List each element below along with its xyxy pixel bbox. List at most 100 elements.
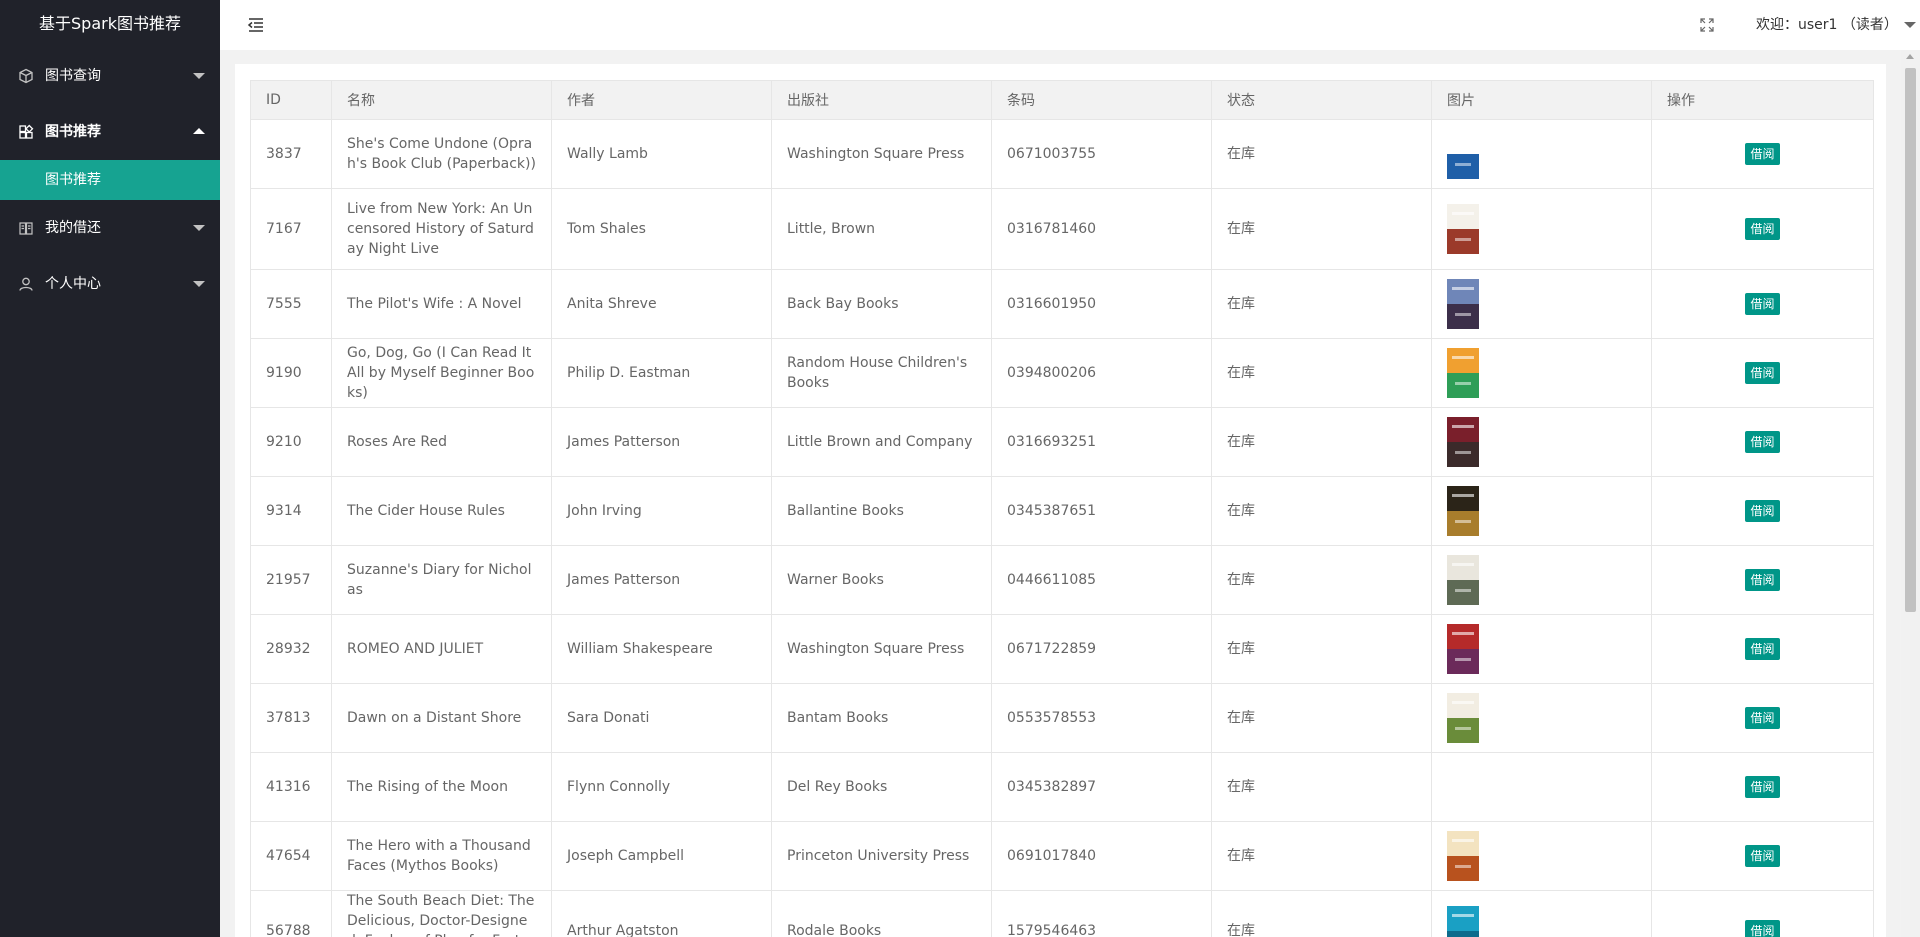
cell-action: 借阅 <box>1651 821 1874 891</box>
scrollbar-thumb[interactable] <box>1905 68 1916 612</box>
book-cover-image <box>1447 624 1479 674</box>
chevron-down-icon[interactable] <box>1904 22 1916 28</box>
cell-publisher: Back Bay Books <box>771 269 992 339</box>
book-cover-image <box>1447 348 1479 398</box>
cell-status: 在库 <box>1211 407 1432 477</box>
borrow-button[interactable]: 借阅 <box>1745 362 1780 384</box>
cell-id: 9190 <box>250 338 332 408</box>
cell-book-name: Suzanne's Diary for Nicholas <box>331 545 552 615</box>
user-welcome[interactable]: 欢迎：user1 （读者） <box>1756 0 1898 50</box>
cell-publisher: Little, Brown <box>771 188 992 270</box>
chevron-up-icon <box>193 128 205 134</box>
cell-book-name: Roses Are Red <box>331 407 552 477</box>
cell-barcode: 0316693251 <box>991 407 1212 477</box>
borrow-button[interactable]: 借阅 <box>1745 431 1780 453</box>
column-header: 名称 <box>331 80 552 120</box>
cell-id: 9210 <box>250 407 332 477</box>
column-header: 条码 <box>991 80 1212 120</box>
cell-author: Anita Shreve <box>551 269 772 339</box>
borrow-button[interactable]: 借阅 <box>1745 293 1780 315</box>
borrow-button[interactable]: 借阅 <box>1745 920 1780 937</box>
cell-book-name: Go, Dog, Go (I Can Read It All by Myself… <box>331 338 552 408</box>
cell-status: 在库 <box>1211 890 1432 937</box>
cell-action: 借阅 <box>1651 545 1874 615</box>
sidebar-item-book-search[interactable]: 图书查询 <box>0 48 220 104</box>
cell-book-name: She's Come Undone (Oprah's Book Club (Pa… <box>331 119 552 189</box>
cell-barcode: 0316601950 <box>991 269 1212 339</box>
cell-status: 在库 <box>1211 821 1432 891</box>
cell-author: John Irving <box>551 476 772 546</box>
cell-author: Sara Donati <box>551 683 772 753</box>
table-header-row: ID 名称 作者 出版社 条码 状态 图片 操作 <box>250 80 1874 120</box>
cell-id: 28932 <box>250 614 332 684</box>
table-row: 56788 The South Beach Diet: The Delicious… <box>250 890 1874 937</box>
cell-author: Arthur Agatston <box>551 890 772 937</box>
sidebar-subitem-book-recommend[interactable]: 图书推荐 <box>0 160 220 200</box>
cell-barcode: 0316781460 <box>991 188 1212 270</box>
cell-publisher: Del Rey Books <box>771 752 992 822</box>
book-cover-image <box>1447 129 1479 179</box>
book-cover-image <box>1447 831 1479 881</box>
cell-id: 9314 <box>250 476 332 546</box>
cell-action: 借阅 <box>1651 269 1874 339</box>
cell-publisher: Rodale Books <box>771 890 992 937</box>
cell-barcode: 0345387651 <box>991 476 1212 546</box>
cell-cover <box>1431 338 1652 408</box>
cell-barcode: 0446611085 <box>991 545 1212 615</box>
book-cover-image <box>1447 279 1479 329</box>
cell-cover <box>1431 407 1652 477</box>
cell-status: 在库 <box>1211 269 1432 339</box>
sidebar-item-book-recommend[interactable]: 图书推荐 <box>0 104 220 160</box>
user-icon <box>19 277 33 291</box>
borrow-button[interactable]: 借阅 <box>1745 776 1780 798</box>
cell-barcode: 0394800206 <box>991 338 1212 408</box>
cell-status: 在库 <box>1211 614 1432 684</box>
cell-cover <box>1431 752 1652 822</box>
borrow-button[interactable]: 借阅 <box>1745 638 1780 660</box>
cell-barcode: 0691017840 <box>991 821 1212 891</box>
cell-id: 21957 <box>250 545 332 615</box>
fullscreen-icon[interactable] <box>1700 18 1714 32</box>
cell-cover <box>1431 119 1652 189</box>
table-row: 9190 Go, Dog, Go (I Can Read It All by My… <box>250 338 1874 408</box>
cell-id: 7555 <box>250 269 332 339</box>
cell-author: Wally Lamb <box>551 119 772 189</box>
sidebar-item-my-borrow[interactable]: 我的借还 <box>0 200 220 256</box>
cell-status: 在库 <box>1211 119 1432 189</box>
cell-author: William Shakespeare <box>551 614 772 684</box>
cell-cover <box>1431 476 1652 546</box>
table-body: 3837 She's Come Undone (Oprah's Book Club… <box>250 119 1874 937</box>
cell-author: Philip D. Eastman <box>551 338 772 408</box>
chevron-down-icon <box>193 73 205 79</box>
cell-action: 借阅 <box>1651 119 1874 189</box>
cell-action: 借阅 <box>1651 890 1874 937</box>
table-row: 28932 ROMEO AND JULIET William Shakespeare… <box>250 614 1874 684</box>
cell-barcode: 0553578553 <box>991 683 1212 753</box>
scrollbar[interactable] <box>1901 50 1920 937</box>
apps-icon <box>19 124 34 139</box>
borrow-button[interactable]: 借阅 <box>1745 500 1780 522</box>
submenu: 图书推荐 <box>0 160 220 200</box>
cell-barcode: 0671003755 <box>991 119 1212 189</box>
borrow-button[interactable]: 借阅 <box>1745 143 1780 165</box>
borrow-button[interactable]: 借阅 <box>1745 845 1780 867</box>
menu-shrink-icon[interactable] <box>247 17 265 33</box>
sidebar-item-personal-center[interactable]: 个人中心 <box>0 256 220 312</box>
cell-id: 7167 <box>250 188 332 270</box>
cell-publisher: Washington Square Press <box>771 614 992 684</box>
table-row: 7555 The Pilot's Wife : A Novel Anita Shre… <box>250 269 1874 339</box>
table-row: 47654 The Hero with a Thousand Faces (Myt… <box>250 821 1874 891</box>
table-row: 7167 Live from New York: An Uncensored Hi… <box>250 188 1874 270</box>
scroll-up-arrow-icon[interactable] <box>1906 54 1914 59</box>
borrow-button[interactable]: 借阅 <box>1745 218 1780 240</box>
cell-status: 在库 <box>1211 188 1432 270</box>
cell-book-name: The Hero with a Thousand Faces (Mythos B… <box>331 821 552 891</box>
cell-publisher: Bantam Books <box>771 683 992 753</box>
cell-action: 借阅 <box>1651 407 1874 477</box>
cell-barcode: 0671722859 <box>991 614 1212 684</box>
borrow-button[interactable]: 借阅 <box>1745 569 1780 591</box>
app-title: 基于Spark图书推荐 <box>39 14 181 33</box>
column-header: ID <box>250 80 332 120</box>
column-header: 状态 <box>1211 80 1432 120</box>
borrow-button[interactable]: 借阅 <box>1745 707 1780 729</box>
